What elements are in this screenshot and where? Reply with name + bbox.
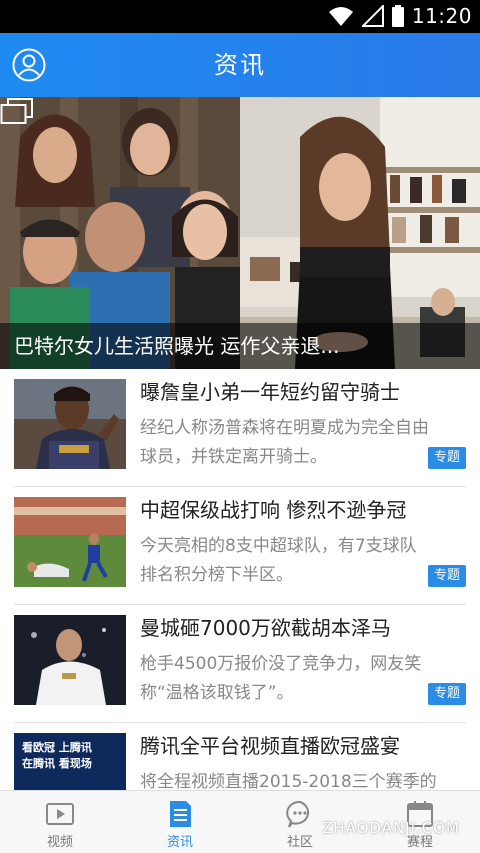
- signal-icon: [361, 5, 384, 27]
- gallery-icon: [0, 98, 33, 124]
- news-item[interactable]: 中超保级战打响 惨烈不逊争冠 今天亮相的8支中超球队，有7支球队排名积分榜下半区…: [0, 487, 480, 605]
- news-summary: 枪手4500万报价没了竞争力，网友笑称“温格该取钱了”。: [140, 654, 422, 703]
- app-header: 资讯: [0, 33, 480, 97]
- news-thumbnail: [14, 497, 126, 587]
- news-summary: 今天亮相的8支中超球队，有7支球队排名积分榜下半区。: [140, 536, 417, 585]
- topic-badge[interactable]: 专题: [428, 565, 466, 587]
- topic-badge[interactable]: 专题: [428, 447, 466, 469]
- clock: 11:20: [411, 4, 472, 28]
- news-title: 曼城砸7000万欲截胡本泽马: [140, 616, 391, 640]
- thumb-text: 在腾讯 看现场: [22, 756, 92, 770]
- tab-news[interactable]: 资讯: [120, 791, 240, 853]
- video-icon: [46, 803, 74, 825]
- tab-video[interactable]: 视频: [0, 791, 120, 853]
- news-title: 曝詹皇小弟一年短约留守骑士: [140, 380, 400, 404]
- featured-banner[interactable]: 巴特尔女儿生活照曝光 运作父亲退...: [0, 97, 480, 369]
- tab-label: 视频: [46, 835, 73, 850]
- battery-icon: [391, 5, 404, 27]
- news-thumbnail: [14, 615, 126, 705]
- news-summary: 经纪人称汤普森将在明夏成为完全自由球员，并铁定离开骑士。: [140, 418, 429, 467]
- chat-icon: [286, 800, 310, 828]
- news-title: 腾讯全平台视频直播欧冠盛宴: [140, 734, 400, 758]
- status-bar: 11:20: [0, 0, 480, 33]
- banner-caption: 巴特尔女儿生活照曝光 运作父亲退...: [14, 334, 340, 358]
- page-title: 资讯: [214, 51, 266, 79]
- wifi-icon: [328, 7, 353, 26]
- news-item[interactable]: 曝詹皇小弟一年短约留守骑士 经纪人称汤普森将在明夏成为完全自由球员，并铁定离开骑…: [0, 369, 480, 487]
- news-thumbnail: [14, 379, 126, 469]
- news-title: 中超保级战打响 惨烈不逊争冠: [140, 498, 407, 522]
- news-item[interactable]: 曼城砸7000万欲截胡本泽马 枪手4500万报价没了竞争力，网友笑称“温格该取钱…: [0, 605, 480, 723]
- watermark: ZHAODANJI.COM: [322, 819, 460, 837]
- tab-label: 资讯: [166, 835, 193, 850]
- topic-badge[interactable]: 专题: [428, 683, 466, 705]
- news-icon: [170, 801, 191, 827]
- thumb-text: 看欧冠 上腾讯: [22, 740, 92, 754]
